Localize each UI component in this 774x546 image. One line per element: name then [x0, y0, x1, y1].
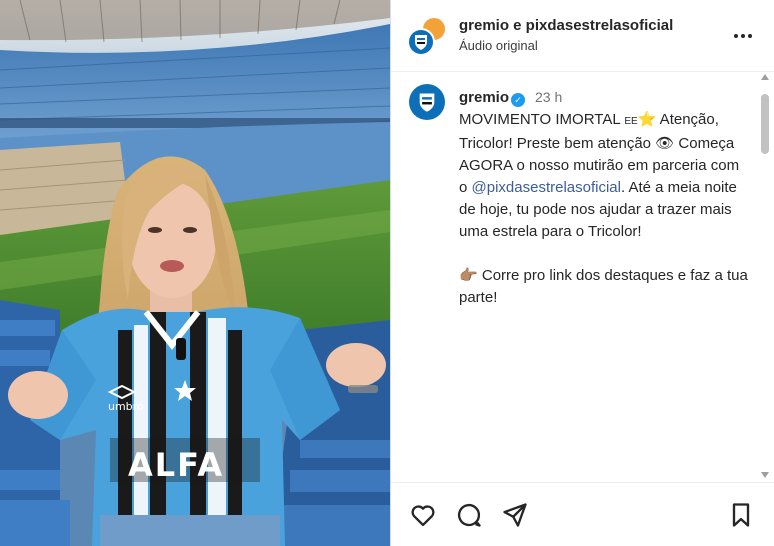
post-panel: gremio e pixdasestrelasoficial Áudio ori…	[390, 0, 774, 546]
jersey-brand-label: umbro	[108, 400, 144, 413]
caption-username[interactable]: gremio	[459, 89, 509, 106]
avatar-gremio[interactable]	[407, 28, 435, 56]
post-actions	[391, 482, 774, 546]
verified-badge-icon: ✓	[511, 93, 526, 107]
caption-paragraph-1: MOVIMENTO IMORTAL EE⭐ Atenção, Tricolor!…	[459, 109, 749, 243]
caption-scrollbar[interactable]	[758, 72, 772, 482]
comment-icon[interactable]	[455, 501, 483, 529]
post-header: gremio e pixdasestrelasoficial Áudio ori…	[391, 0, 774, 72]
caption-segment: MOVIMENTO IMORTAL	[459, 111, 621, 128]
more-options-icon[interactable]	[731, 24, 755, 48]
collab-usernames[interactable]: gremio e pixdasestrelasoficial	[459, 17, 673, 34]
post-media[interactable]: umbro ALFA	[0, 0, 390, 546]
caption-avatar[interactable]	[409, 84, 445, 120]
caption-text: gremio ✓ 23 h MOVIMENTO IMORTAL EE⭐ Atençã…	[459, 86, 749, 309]
jersey-sponsor-label: ALFA	[128, 446, 225, 484]
post-caption: gremio ✓ 23 h MOVIMENTO IMORTAL EE⭐ Atençã…	[391, 72, 761, 482]
scroll-thumb[interactable]	[761, 94, 769, 154]
gremio-crest-icon	[415, 35, 427, 50]
pointing-hand-emoji-icon: 👉🏽	[459, 267, 478, 284]
collab-avatars[interactable]	[407, 16, 447, 56]
bookmark-icon[interactable]	[727, 501, 755, 529]
caption-paragraph-2: 👉🏽 Corre pro link dos destaques e faz a …	[459, 265, 749, 309]
share-icon[interactable]	[501, 501, 529, 529]
star-emoji-icon: ⭐	[637, 111, 657, 128]
caption-segment: Corre pro link dos destaques e faz a tua…	[459, 267, 748, 306]
gremio-crest-icon	[419, 93, 435, 112]
heart-icon[interactable]	[409, 501, 437, 529]
audio-label[interactable]: Áudio original	[459, 38, 673, 53]
caption-ee: EE	[624, 116, 638, 127]
scroll-down-arrow-icon[interactable]	[761, 472, 769, 478]
eye-emoji-icon: 👁	[655, 135, 675, 152]
scroll-up-arrow-icon[interactable]	[761, 74, 769, 80]
mention-link[interactable]: @pixdasestrelasoficial	[472, 179, 621, 196]
post-time[interactable]: 23 h	[535, 89, 562, 105]
